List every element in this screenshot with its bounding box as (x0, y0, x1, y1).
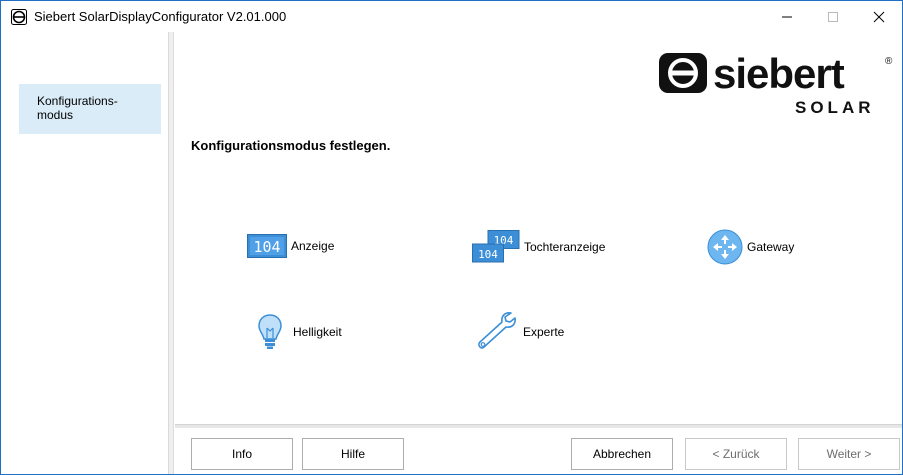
option-helligkeit[interactable]: Helligkeit (257, 314, 342, 350)
option-tochteranzeige[interactable]: 104 104 Tochteranzeige (472, 230, 605, 264)
app-logo-icon (11, 9, 27, 25)
maximize-button[interactable] (810, 1, 856, 32)
help-button[interactable]: Hilfe (302, 438, 404, 470)
svg-text:104: 104 (253, 238, 280, 256)
back-button[interactable]: < Zurück (685, 438, 787, 470)
sidebar-item-konfigurationsmodus[interactable]: Konfigurations- modus (19, 84, 161, 134)
sidebar-item-label: Konfigurations- modus (37, 94, 118, 122)
minimize-icon (782, 16, 792, 17)
cancel-button[interactable]: Abbrechen (571, 438, 673, 470)
svg-text:SOLAR: SOLAR (795, 98, 875, 117)
siebert-solar-logo: siebert ® SOLAR (659, 51, 893, 117)
option-experte[interactable]: Experte (475, 311, 564, 353)
option-label: Anzeige (291, 239, 335, 253)
app-window: Siebert SolarDisplayConfigurator V2.01.0… (0, 0, 903, 475)
title-bar[interactable]: Siebert SolarDisplayConfigurator V2.01.0… (1, 1, 902, 32)
option-label: Gateway (747, 240, 795, 254)
option-label: Tochteranzeige (524, 240, 606, 254)
page-title: Konfigurationsmodus festlegen. (191, 138, 391, 153)
close-icon (873, 11, 885, 22)
option-label: Experte (523, 325, 565, 339)
svg-text:siebert: siebert (713, 51, 845, 97)
window-title: Siebert SolarDisplayConfigurator V2.01.0… (34, 9, 287, 24)
option-label: Helligkeit (293, 325, 342, 339)
display-104-icon: 104 (247, 234, 287, 258)
svg-text:104: 104 (478, 248, 498, 261)
info-button[interactable]: Info (191, 438, 293, 470)
svg-text:®: ® (885, 56, 893, 67)
minimize-button[interactable] (764, 1, 810, 32)
option-gateway[interactable]: Gateway (707, 229, 794, 265)
close-button[interactable] (856, 1, 902, 32)
main-content: siebert ® SOLAR Konfigurationsmodus fest… (175, 32, 902, 424)
wrench-icon (478, 312, 516, 349)
lightbulb-icon (258, 314, 282, 349)
button-bar: Info Hilfe Abbrechen < Zurück Weiter > (175, 428, 902, 474)
next-button[interactable]: Weiter > (798, 438, 900, 470)
maximize-icon (828, 11, 838, 22)
sidebar: Konfigurations- modus (1, 32, 169, 474)
panel-splitter[interactable] (169, 32, 174, 474)
option-anzeige[interactable]: 104 Anzeige (247, 234, 334, 258)
gateway-arrows-icon (707, 229, 743, 265)
double-display-104-icon: 104 104 (472, 230, 520, 263)
